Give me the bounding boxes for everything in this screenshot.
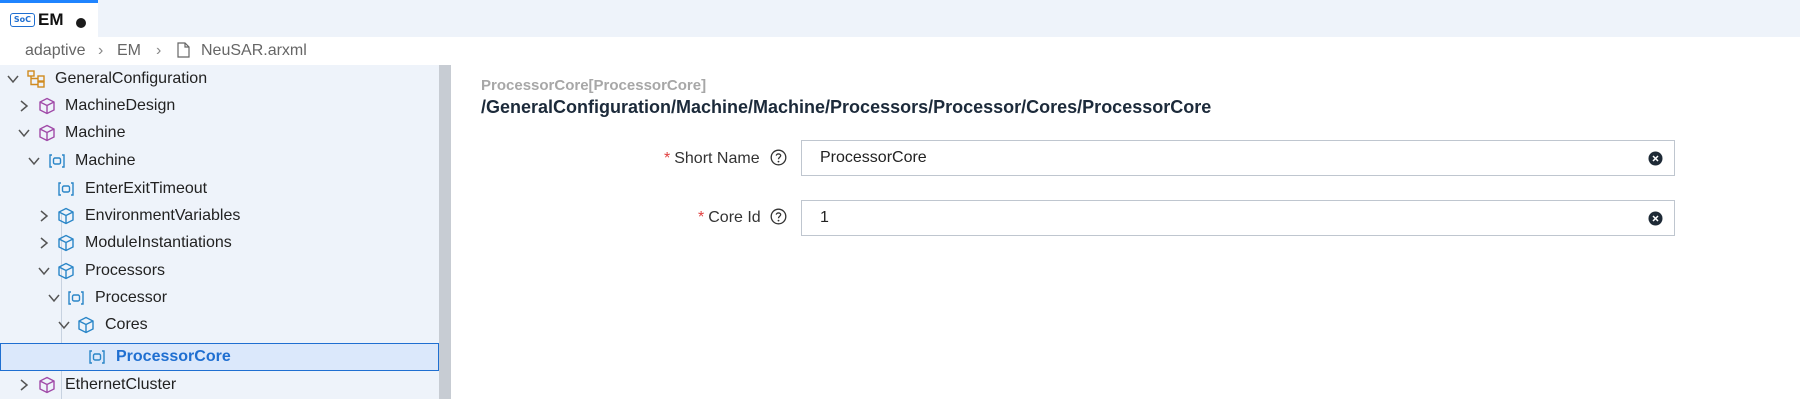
chevron-right-icon[interactable] — [37, 209, 51, 223]
tree-item-label: MachineDesign — [65, 97, 176, 114]
short-name-label-text: Short Name — [674, 150, 760, 167]
chevron-right-icon[interactable] — [17, 378, 31, 392]
core-id-input[interactable] — [820, 209, 1600, 227]
tree-item-machinedesign[interactable]: MachineDesign — [0, 93, 439, 120]
soc-icon: SoC — [10, 13, 35, 27]
tree-item-cores[interactable]: Cores — [0, 312, 439, 339]
tree-item-label: EnterExitTimeout — [85, 180, 208, 197]
tree-item-machine[interactable]: Machine — [0, 120, 439, 147]
core-id-label: * Core Id — [698, 209, 761, 227]
tree-item-label: Processor — [95, 289, 168, 306]
chevron-down-icon[interactable] — [37, 264, 51, 278]
unsaved-dot-icon[interactable] — [76, 18, 86, 28]
tree-item-processorcore[interactable]: ProcessorCore — [0, 343, 439, 371]
tree-item-ethernetcluster[interactable]: EthernetCluster — [0, 372, 439, 399]
element-icon — [89, 350, 105, 364]
detail-panel: ProcessorCore[ProcessorCore] /GeneralCon… — [451, 65, 1800, 399]
chevron-down-icon[interactable] — [6, 72, 20, 86]
breadcrumb-item-em[interactable]: EM — [117, 42, 141, 60]
required-marker: * — [698, 209, 705, 226]
breadcrumb-item-adaptive[interactable]: adaptive — [25, 42, 86, 60]
tree-item-label: ModuleInstantiations — [85, 234, 232, 251]
tree-item-processor[interactable]: Processor — [0, 285, 439, 312]
tree-item-label: Processors — [85, 262, 166, 279]
tree-item-moduleinstantiations[interactable]: ModuleInstantiations — [0, 230, 439, 257]
clear-icon[interactable] — [1648, 211, 1663, 226]
tree-item-label: EthernetCluster — [65, 376, 177, 393]
element-icon — [49, 154, 65, 168]
package-icon — [39, 376, 55, 394]
tree-item-label: Machine — [75, 152, 136, 169]
tree-item-enterexittimeout[interactable]: EnterExitTimeout — [0, 176, 439, 203]
tab-em[interactable]: SoC EM — [0, 0, 98, 37]
cube-icon — [78, 316, 94, 334]
tree-item-environmentvariables[interactable]: EnvironmentVariables — [0, 203, 439, 230]
panel-splitter[interactable] — [439, 65, 451, 399]
hierarchy-icon — [27, 70, 45, 88]
tree-item-label: EnvironmentVariables — [85, 207, 241, 224]
package-icon — [39, 97, 55, 115]
required-marker: * — [664, 150, 671, 167]
chevron-down-icon[interactable] — [17, 126, 31, 140]
package-icon — [39, 124, 55, 142]
help-icon[interactable] — [770, 208, 787, 225]
chevron-down-icon[interactable] — [57, 318, 71, 332]
tree-item-generalconfiguration[interactable]: GeneralConfiguration — [0, 66, 439, 93]
tree-item-label: GeneralConfiguration — [55, 70, 208, 87]
tree-item-label: Machine — [65, 124, 126, 141]
chevron-down-icon[interactable] — [47, 291, 61, 305]
breadcrumb: adaptive › EM › NeuSAR.arxml — [0, 37, 1800, 65]
element-type-label: ProcessorCore[ProcessorCore] — [481, 77, 707, 94]
chevron-right-icon[interactable] — [37, 236, 51, 250]
element-path: /GeneralConfiguration/Machine/Machine/Pr… — [481, 97, 1212, 117]
chevron-right-icon: › — [156, 42, 162, 59]
core-id-field[interactable] — [801, 200, 1675, 236]
cube-icon — [58, 262, 74, 280]
chevron-right-icon: › — [98, 42, 104, 59]
short-name-label: * Short Name — [664, 150, 760, 168]
clear-icon[interactable] — [1648, 151, 1663, 166]
short-name-input[interactable] — [820, 149, 1600, 167]
tree-item-machine-instance[interactable]: Machine — [0, 148, 439, 175]
tab-bar: SoC EM — [0, 0, 1800, 37]
element-icon — [68, 291, 84, 305]
element-icon — [58, 182, 74, 196]
core-id-label-text: Core Id — [708, 209, 761, 226]
file-icon — [177, 42, 190, 58]
chevron-right-icon[interactable] — [17, 99, 31, 113]
tree-item-label: Cores — [105, 316, 148, 333]
short-name-field[interactable] — [801, 140, 1675, 176]
tree-item-label: ProcessorCore — [116, 348, 231, 365]
cube-icon — [58, 234, 74, 252]
tree-item-processors[interactable]: Processors — [0, 258, 439, 285]
tab-title: EM — [38, 10, 64, 29]
cube-icon — [58, 207, 74, 225]
tree-sidebar: GeneralConfiguration MachineDesign Machi… — [0, 65, 439, 399]
help-icon[interactable] — [770, 149, 787, 166]
chevron-down-icon[interactable] — [27, 154, 41, 168]
breadcrumb-item-file[interactable]: NeuSAR.arxml — [201, 42, 307, 60]
